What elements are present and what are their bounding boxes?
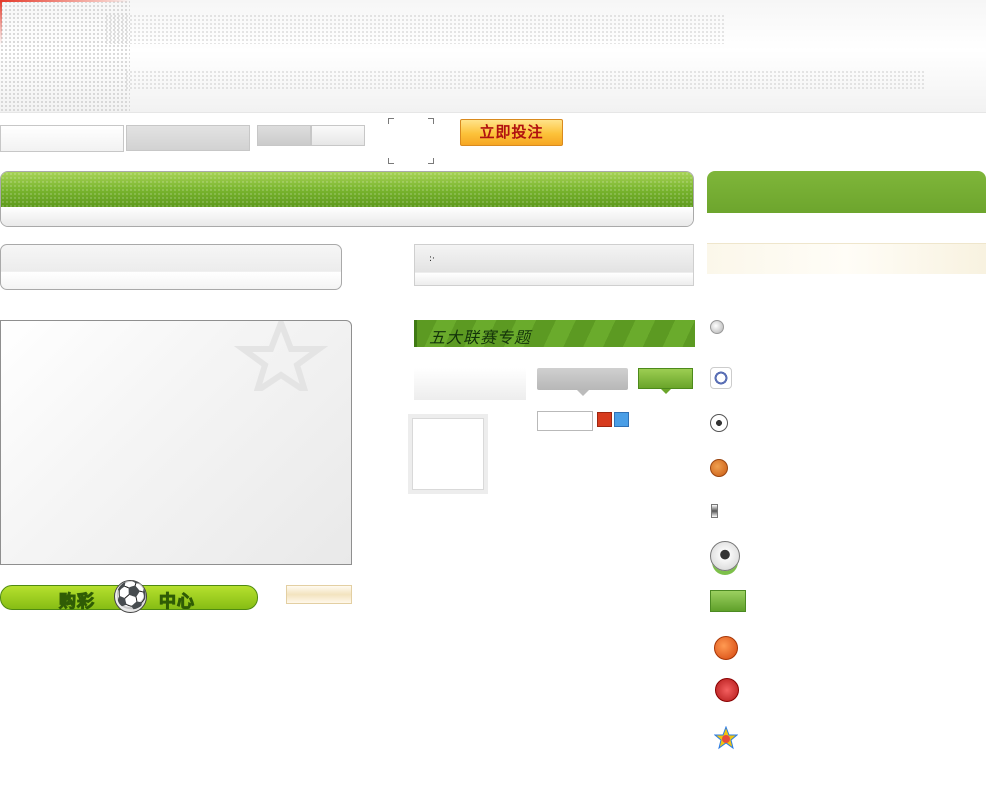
play-arrow-icon[interactable] xyxy=(710,320,724,334)
tab-button-right[interactable] xyxy=(311,125,365,146)
search-input-secondary[interactable] xyxy=(126,125,250,151)
feature-panel xyxy=(0,320,352,565)
captcha-frame[interactable] xyxy=(388,118,434,164)
soccer-ball-pitch-icon[interactable] xyxy=(710,541,740,571)
sports-mascot-icon[interactable] xyxy=(710,367,732,389)
soccer-ball-icon: ⚽ xyxy=(114,580,148,613)
blue-color-swatch[interactable] xyxy=(614,412,629,427)
soccer-ball-icon[interactable] xyxy=(710,414,728,432)
basketball-large-icon[interactable] xyxy=(714,636,738,660)
green-gradient xyxy=(1,172,693,207)
main-green-header-bar xyxy=(0,171,694,227)
frame-corner xyxy=(428,118,434,124)
basketball-icon[interactable] xyxy=(710,459,728,477)
middle-info-box: :· xyxy=(414,244,694,286)
red-color-swatch[interactable] xyxy=(597,412,612,427)
header-dot-band-top xyxy=(105,14,725,44)
green-tab-button[interactable] xyxy=(638,368,693,394)
thumbnail-frame[interactable] xyxy=(412,418,484,490)
small-input-field[interactable] xyxy=(537,411,593,431)
frame-corner xyxy=(388,118,394,124)
star-watermark-icon xyxy=(233,321,329,391)
soccer-field-icon[interactable] xyxy=(710,590,746,612)
bet-now-button[interactable]: 立即投注 xyxy=(460,119,563,146)
tab-button-left[interactable] xyxy=(257,125,311,146)
five-leagues-title: 五大联赛专题 xyxy=(429,328,532,347)
sidebar-header xyxy=(707,171,986,213)
header-dot-band-bottom xyxy=(125,70,925,90)
bullet-marker: :· xyxy=(429,254,435,264)
star-sport-icon[interactable] xyxy=(714,726,738,750)
buy-center-left-text: 购彩 xyxy=(59,592,95,613)
grey-subbar xyxy=(1,207,693,226)
header-red-side-accent xyxy=(0,0,2,45)
left-info-box xyxy=(0,244,342,290)
frame-corner xyxy=(388,158,394,164)
buy-center-right-text: 中心 xyxy=(159,592,195,613)
header-red-accent xyxy=(0,0,130,2)
sidebar-cream-strip xyxy=(707,243,986,274)
grey-tab-button[interactable] xyxy=(537,368,628,396)
page-header xyxy=(0,0,986,113)
five-leagues-banner[interactable]: 五大联赛专题 xyxy=(414,320,695,347)
small-bar-icon[interactable] xyxy=(711,504,718,518)
beige-button[interactable] xyxy=(286,585,352,604)
badge-icon[interactable] xyxy=(715,678,739,702)
light-placeholder-box xyxy=(414,368,526,400)
search-input-primary[interactable] xyxy=(0,125,124,152)
frame-corner xyxy=(428,158,434,164)
